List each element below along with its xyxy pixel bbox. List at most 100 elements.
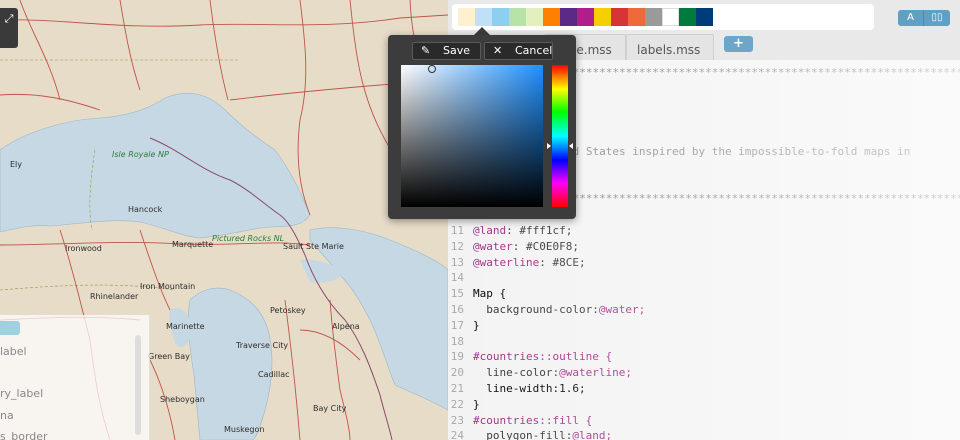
line-content: @land: #fff1cf;: [473, 224, 573, 237]
line-content: background-color:@water;: [473, 303, 646, 316]
hue-slider[interactable]: [552, 65, 568, 207]
color-swatch[interactable]: [662, 8, 679, 26]
code-line: 19 #countries::outline {: [448, 350, 960, 366]
color-cursor[interactable]: [428, 65, 436, 73]
saturation-value-area[interactable]: [401, 65, 543, 207]
city-label: Cadillac: [258, 370, 290, 379]
color-swatch[interactable]: [577, 8, 594, 26]
line-content: polygon-fill:@land;: [473, 429, 613, 440]
line-content: #countries::outline {: [473, 350, 613, 364]
layer-item[interactable]: na: [0, 409, 14, 422]
line-content: #countries::fill {: [473, 413, 593, 427]
save-label: Save: [443, 44, 471, 57]
x-icon: ✕: [493, 44, 503, 57]
city-label: Ely: [10, 160, 23, 169]
code-line: 14: [448, 271, 960, 287]
city-label: Muskegon: [224, 425, 265, 434]
color-swatch[interactable]: [594, 8, 611, 26]
color-swatch[interactable]: [458, 8, 475, 26]
line-content: @waterline: #8CE;: [473, 255, 586, 269]
color-swatch[interactable]: [543, 8, 560, 26]
line-number: 21: [450, 382, 464, 395]
city-label: Ironwood: [65, 244, 102, 253]
code-line: 23 #countries::fill {: [448, 414, 960, 430]
code-line: 17}: [448, 319, 960, 335]
code-line: 16 background-color:@water;: [448, 303, 960, 319]
layer-item[interactable]: s_border: [0, 430, 48, 440]
tab-labels[interactable]: labels.mss: [626, 34, 714, 60]
color-picker: ✎ Save ✕ Cancel: [388, 35, 576, 219]
code-line: 18: [448, 335, 960, 351]
picker-arrow: [474, 27, 490, 35]
layer-tag[interactable]: [0, 321, 20, 335]
hue-marker-right[interactable]: [569, 143, 573, 149]
line-content: Map {: [473, 287, 507, 301]
editor-tools: A ▯▯: [898, 10, 950, 26]
pencil-icon: ✎: [421, 44, 431, 57]
color-swatch[interactable]: [526, 8, 543, 26]
layer-panel-scrollbar[interactable]: [135, 335, 141, 435]
color-swatch[interactable]: [628, 8, 645, 26]
line-content: ****************************************…: [566, 192, 960, 206]
city-label: Green Bay: [148, 352, 190, 361]
expand-icon: ⤢: [4, 12, 14, 25]
color-swatch[interactable]: [696, 8, 713, 26]
line-number: 24: [450, 429, 464, 440]
code-line: 11 @land: #fff1cf;: [448, 224, 960, 240]
color-swatch[interactable]: [611, 8, 628, 26]
line-content: ed States inspired by the impossible-to-…: [566, 145, 911, 158]
layer-item[interactable]: label: [0, 345, 27, 358]
city-label: Marquette: [172, 240, 214, 249]
line-content: line-color:@waterline;: [473, 366, 632, 380]
line-number: 12: [450, 239, 464, 253]
cancel-label: Cancel: [515, 44, 553, 57]
city-label: Alpena: [332, 322, 360, 331]
hue-marker-left[interactable]: [547, 143, 551, 149]
color-swatch[interactable]: [509, 8, 526, 26]
line-content: /***************************************…: [566, 66, 960, 79]
city-label: Traverse City: [236, 341, 289, 350]
city-label: Sheboygan: [160, 395, 205, 404]
line-number: 13: [450, 255, 464, 269]
line-number: 23: [450, 413, 464, 427]
layer-panel: label ry_label na s_border: [0, 315, 150, 440]
line-content: @water: #C0E0F8;: [473, 239, 579, 253]
code-line: 21 line-width:1.6;: [448, 382, 960, 398]
color-swatch[interactable]: [475, 8, 492, 26]
layer-item[interactable]: ry_label: [0, 387, 43, 400]
line-number: 14: [450, 271, 464, 285]
line-number: 18: [450, 334, 464, 348]
code-line: 13 @waterline: #8CE;: [448, 256, 960, 272]
line-number: 19: [450, 350, 464, 364]
cancel-button[interactable]: ✕ Cancel: [484, 42, 553, 60]
add-tab-button[interactable]: +: [724, 36, 753, 52]
park-label: Isle Royale NP: [112, 150, 169, 159]
city-label: Iron Mountain: [140, 282, 196, 291]
line-content: line-width:1.6;: [473, 382, 586, 395]
code-line: 22}: [448, 398, 960, 414]
line-number: 16: [450, 303, 464, 316]
code-line: 20 line-color:@waterline;: [448, 366, 960, 382]
color-swatch[interactable]: [679, 8, 696, 26]
line-number: 11: [450, 224, 464, 237]
color-swatch[interactable]: [645, 8, 662, 26]
color-swatch[interactable]: [492, 8, 509, 26]
code-line: 15 Map {: [448, 287, 960, 303]
city-label: Petoskey: [270, 306, 306, 315]
city-label: Sault Ste Marie: [283, 242, 344, 251]
docs-button[interactable]: ▯▯: [924, 10, 950, 26]
map-view[interactable]: Ely Hancock Ironwood Marquette Sault Ste…: [0, 0, 448, 440]
fullscreen-button[interactable]: ⤢: [0, 8, 18, 48]
tab-label: labels.mss: [637, 43, 701, 57]
font-button[interactable]: A: [898, 10, 924, 26]
park-label: Pictured Rocks NL: [212, 234, 285, 243]
save-button[interactable]: ✎ Save: [412, 42, 481, 60]
line-number: 17: [450, 318, 464, 332]
city-label: Bay City: [313, 404, 347, 413]
book-icon: ▯▯: [931, 12, 943, 23]
code-line: 12 @water: #C0E0F8;: [448, 240, 960, 256]
city-label: Rhinelander: [90, 292, 139, 301]
font-icon: A: [907, 12, 914, 23]
code-line: 24 polygon-fill:@land;: [448, 429, 960, 440]
color-swatch[interactable]: [560, 8, 577, 26]
